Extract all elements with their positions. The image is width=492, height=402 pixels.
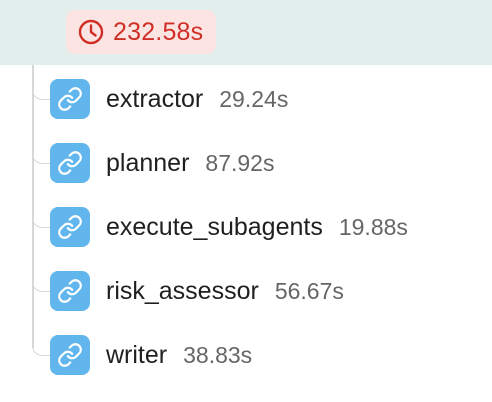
node-name: planner — [106, 148, 190, 177]
tree-connector — [32, 86, 50, 100]
link-icon — [50, 207, 90, 247]
tree-row-planner[interactable]: planner 87.92s — [50, 143, 274, 183]
total-duration: 232.58s — [113, 17, 204, 46]
node-name: extractor — [106, 84, 204, 113]
duration-badge: 232.58s — [66, 10, 217, 54]
node-duration: 56.67s — [274, 277, 344, 304]
tree-connector — [32, 278, 50, 292]
tree-connector — [32, 342, 50, 356]
tree-connector — [32, 150, 50, 164]
clock-icon — [78, 19, 104, 45]
selected-parent-row[interactable]: 232.58s — [0, 0, 492, 65]
tree-row-execute-subagents[interactable]: execute_subagents 19.88s — [50, 207, 408, 247]
tree-guide-line — [32, 65, 34, 348]
node-name: writer — [106, 340, 168, 369]
link-icon — [50, 271, 90, 311]
tree-row-writer[interactable]: writer 38.83s — [50, 335, 252, 375]
node-duration: 87.92s — [205, 149, 275, 176]
link-icon — [50, 335, 90, 375]
node-duration: 19.88s — [338, 213, 408, 240]
link-icon — [50, 79, 90, 119]
node-duration: 29.24s — [219, 85, 289, 112]
tree-connector — [32, 214, 50, 228]
link-icon — [50, 143, 90, 183]
node-name: risk_assessor — [106, 276, 259, 305]
node-name: execute_subagents — [106, 212, 323, 241]
tree-row-risk-assessor[interactable]: risk_assessor 56.67s — [50, 271, 344, 311]
tree-row-extractor[interactable]: extractor 29.24s — [50, 79, 288, 119]
node-duration: 38.83s — [183, 341, 253, 368]
trace-tree: 232.58s extractor 29.24s planner 87.92s — [0, 0, 492, 402]
